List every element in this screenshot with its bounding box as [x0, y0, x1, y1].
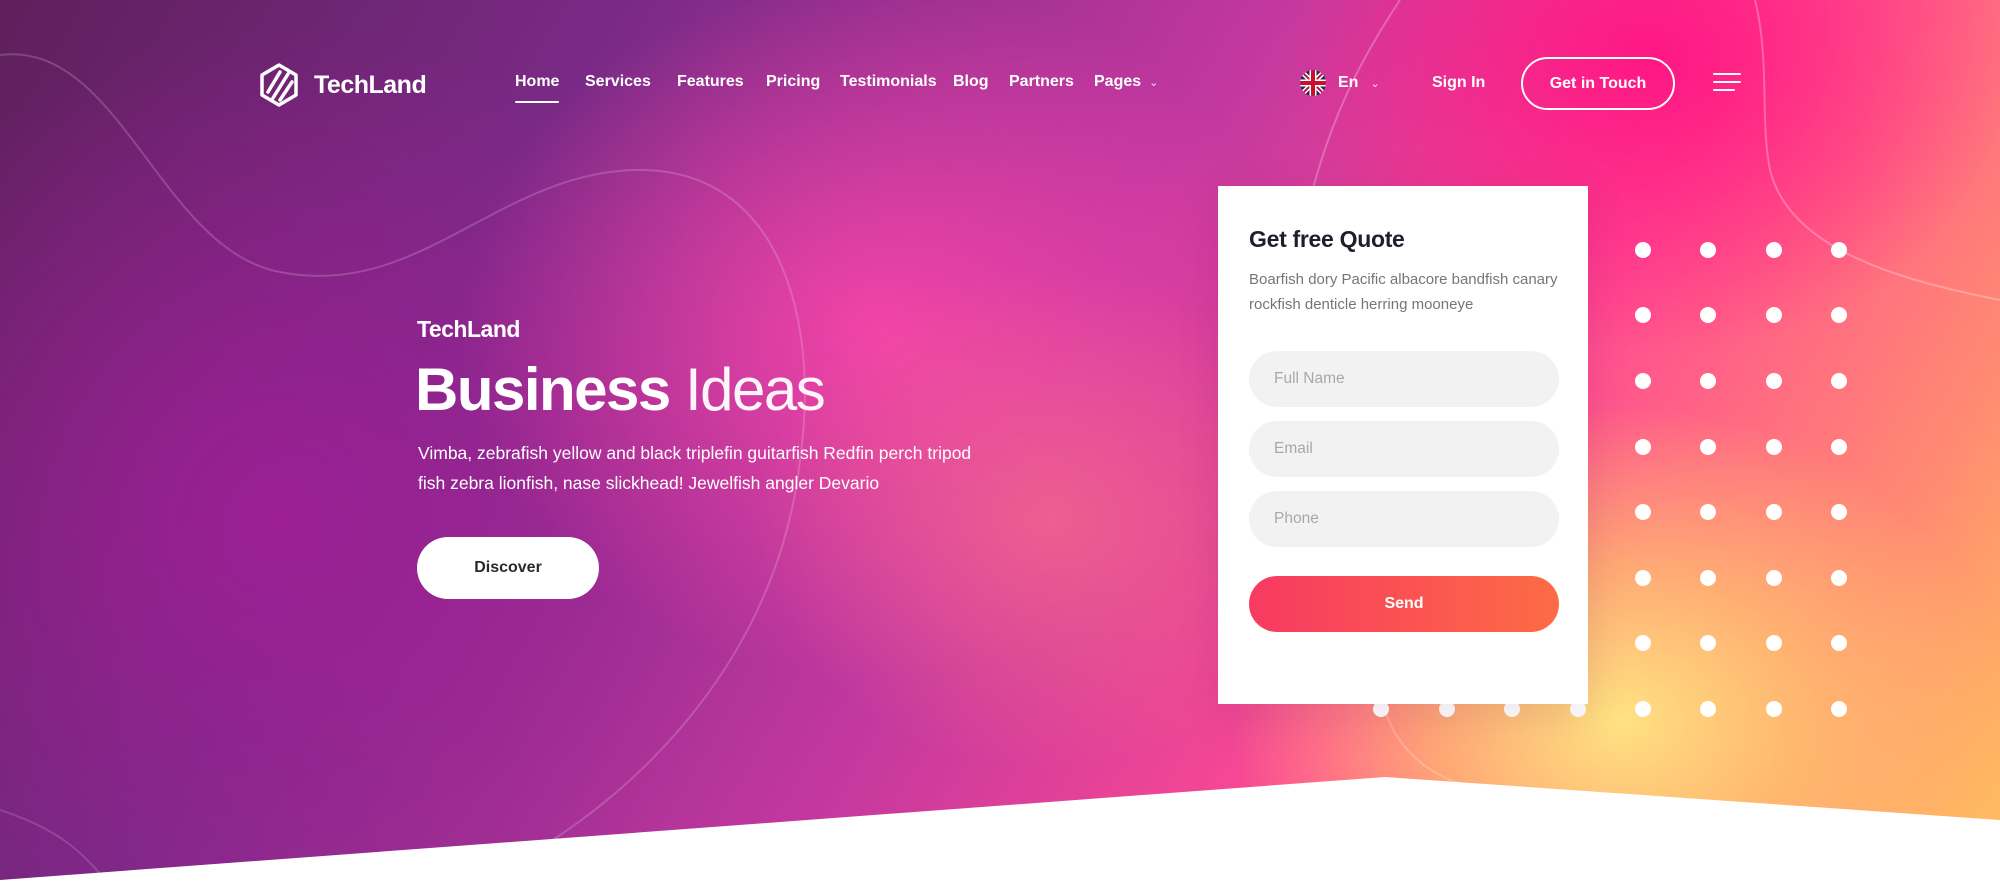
decorative-dot [1831, 373, 1847, 389]
email-field[interactable] [1249, 421, 1559, 477]
quote-form-title: Get free Quote [1249, 226, 1405, 252]
decorative-dot [1766, 570, 1782, 586]
decorative-dot [1700, 439, 1716, 455]
language-selector[interactable]: En ⌄ [1300, 70, 1380, 96]
nav-item-services[interactable]: Services [585, 73, 651, 91]
decorative-dot [1635, 570, 1651, 586]
decorative-dot [1635, 373, 1651, 389]
decorative-dot [1700, 504, 1716, 520]
brand-name: TechLand [314, 70, 427, 99]
discover-button[interactable]: Discover [417, 537, 599, 599]
decorative-dot [1700, 373, 1716, 389]
decorative-dot [1831, 242, 1847, 258]
quote-form-card: Get free Quote Boarfish dory Pacific alb… [1218, 186, 1588, 704]
decorative-dot [1635, 701, 1651, 717]
decorative-dot [1831, 701, 1847, 717]
decorative-dot [1635, 635, 1651, 651]
hero-title: Business Ideas [415, 350, 826, 430]
hero-background: TechLand Home Services Features Pricing … [0, 0, 2000, 885]
decorative-dot [1635, 439, 1651, 455]
brand-logo[interactable]: TechLand [258, 62, 427, 108]
hamburger-icon[interactable] [1713, 73, 1741, 93]
decorative-dot [1635, 307, 1651, 323]
decorative-dot [1700, 701, 1716, 717]
decorative-dot-grid [0, 0, 2000, 885]
techland-hexagon-logo-icon [260, 63, 298, 107]
decorative-curves [0, 0, 2000, 885]
nav-item-pages-label: Pages [1094, 73, 1142, 90]
nav-item-blog[interactable]: Blog [953, 73, 989, 91]
decorative-dot [1700, 570, 1716, 586]
nav-item-testimonials[interactable]: Testimonials [840, 73, 937, 91]
hero-eyebrow: TechLand [417, 316, 520, 342]
quote-form-text: Boarfish dory Pacific albacore bandfish … [1249, 271, 1558, 313]
nav-item-features[interactable]: Features [677, 73, 744, 91]
get-in-touch-button[interactable]: Get in Touch [1521, 57, 1675, 110]
decorative-dot [1831, 439, 1847, 455]
full-name-field[interactable] [1249, 351, 1559, 407]
language-label: En [1338, 74, 1359, 91]
nav-item-home[interactable]: Home [515, 73, 560, 103]
chevron-down-icon: ⌄ [1149, 77, 1159, 89]
hero-description: Vimba, zebrafish yellow and black triple… [418, 443, 972, 493]
decorative-dot [1700, 242, 1716, 258]
uk-flag-icon [1300, 70, 1326, 96]
nav-item-pages[interactable]: Pages ⌄ [1094, 73, 1158, 91]
decorative-dot [1831, 570, 1847, 586]
decorative-dot [1700, 635, 1716, 651]
nav-item-partners[interactable]: Partners [1009, 73, 1074, 91]
decorative-dot [1766, 242, 1782, 258]
decorative-dot [1766, 504, 1782, 520]
decorative-dot [1831, 307, 1847, 323]
chevron-down-icon: ⌄ [1370, 77, 1380, 90]
bottom-white-wave [0, 777, 2000, 885]
decorative-dot [1766, 701, 1782, 717]
decorative-dot [1831, 504, 1847, 520]
decorative-dot [1766, 373, 1782, 389]
sign-in-link[interactable]: Sign In [1432, 74, 1485, 92]
send-button[interactable]: Send [1249, 576, 1559, 632]
decorative-dot [1766, 307, 1782, 323]
nav-item-pricing[interactable]: Pricing [766, 73, 820, 91]
decorative-dot [1766, 439, 1782, 455]
decorative-dot [1635, 504, 1651, 520]
decorative-dot [1700, 307, 1716, 323]
decorative-dot [1635, 242, 1651, 258]
phone-field[interactable] [1249, 491, 1559, 547]
hero-title-light: Ideas [684, 356, 826, 423]
decorative-dot [1766, 635, 1782, 651]
decorative-dot [1831, 635, 1847, 651]
hero-title-bold: Business [415, 356, 671, 423]
